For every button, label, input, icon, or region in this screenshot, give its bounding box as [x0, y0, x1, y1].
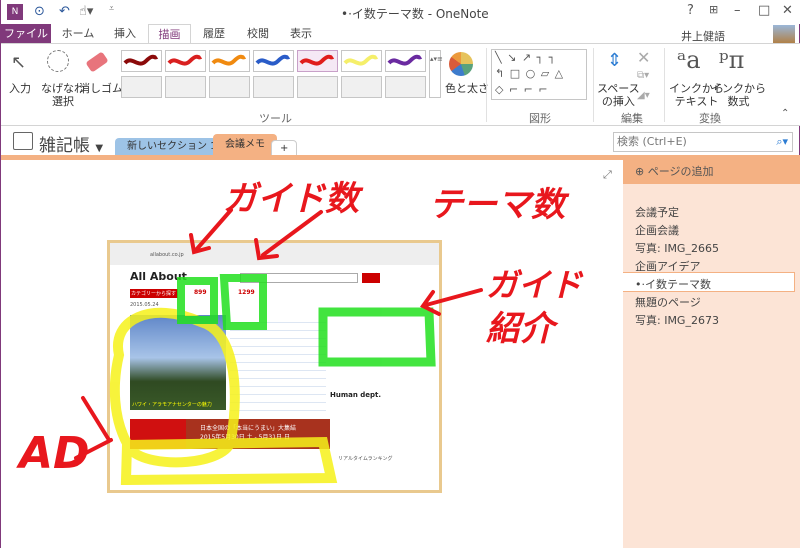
green-highlight-counts — [177, 274, 267, 330]
arrow-guide-intro — [420, 288, 483, 316]
ink-label-guide-intro-1: ガイド — [486, 266, 584, 304]
green-highlight-guide — [318, 307, 436, 367]
ink-label-ad: AD — [16, 428, 90, 479]
ink-label-guides: ガイド数 — [223, 179, 364, 219]
ink-label-themes: テーマ数 — [429, 185, 570, 225]
ink-label-guide-intro-2: 紹介 — [486, 309, 559, 349]
ink-layer: ガイド数 テーマ数 ガイド 紹介 AD — [16, 179, 584, 486]
